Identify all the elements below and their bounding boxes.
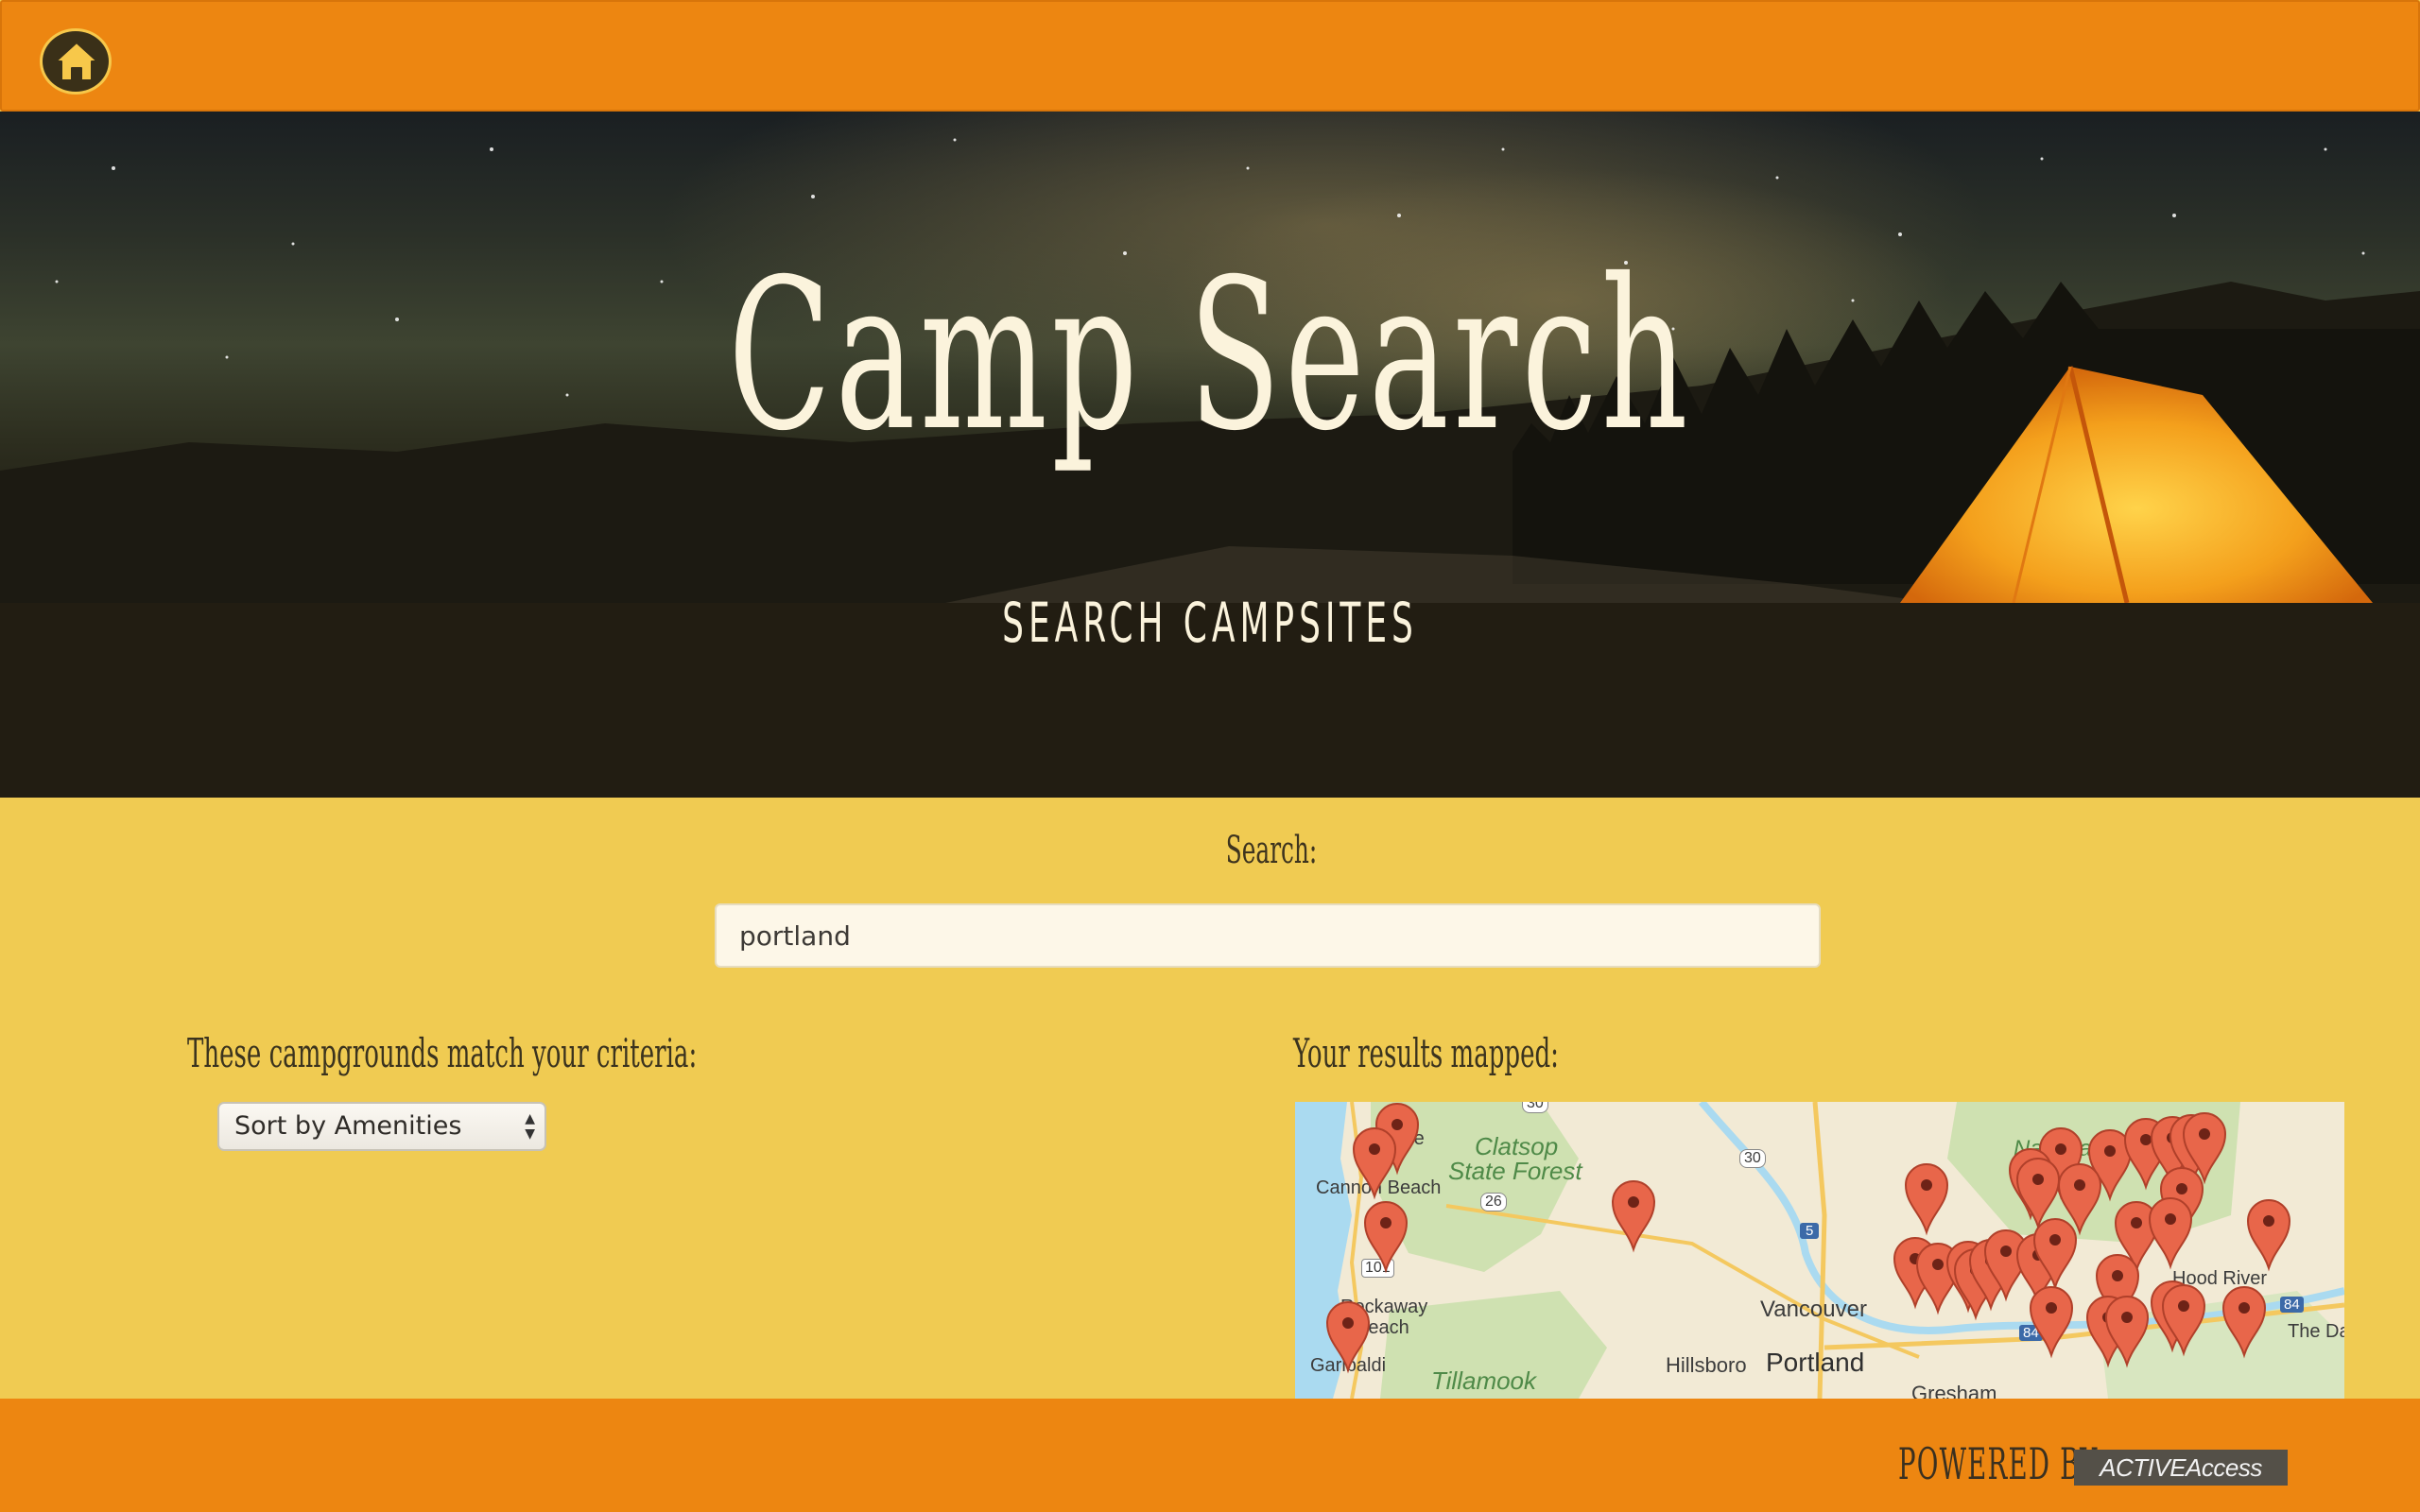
- campground-pin[interactable]: [1325, 1301, 1371, 1374]
- hero-banner: Camp Search SEARCH CAMPSITES: [0, 112, 2420, 798]
- campground-pin[interactable]: [2246, 1199, 2291, 1272]
- results-heading: These campgrounds match your criteria:: [187, 1030, 698, 1076]
- campground-pin[interactable]: [2029, 1286, 2074, 1359]
- search-label: Search:: [1225, 829, 1318, 872]
- sort-select-value: Sort by Amenities: [234, 1111, 462, 1141]
- home-button[interactable]: [40, 28, 112, 94]
- powered-by-label: POWERED BY: [1898, 1438, 2099, 1489]
- page-title: Camp Search: [728, 234, 1692, 476]
- campground-pin[interactable]: [1904, 1163, 1949, 1236]
- campground-pins: [1325, 1103, 2291, 1374]
- campground-pin[interactable]: [1363, 1201, 1409, 1274]
- page-subtitle: SEARCH CAMPSITES: [1002, 591, 1418, 655]
- results-map[interactable]: Clatsop State Forest ide Cannon Beach Ro…: [1295, 1102, 2344, 1399]
- home-icon: [55, 42, 98, 81]
- sort-select[interactable]: Sort by Amenities ▲ ▼: [217, 1102, 546, 1151]
- activeaccess-logo[interactable]: ACTIVEAccess: [2074, 1450, 2288, 1486]
- top-navbar: [0, 0, 2420, 112]
- campground-pin[interactable]: [2221, 1286, 2267, 1359]
- campground-pin[interactable]: [2148, 1197, 2193, 1270]
- campground-pin[interactable]: [1611, 1180, 1656, 1253]
- map-heading: Your results mapped:: [1293, 1030, 1559, 1076]
- select-arrows-icon: ▲ ▼: [525, 1111, 535, 1142]
- campground-pin[interactable]: [1352, 1127, 1397, 1200]
- campground-pin[interactable]: [2015, 1158, 2061, 1230]
- search-input[interactable]: [715, 903, 1821, 968]
